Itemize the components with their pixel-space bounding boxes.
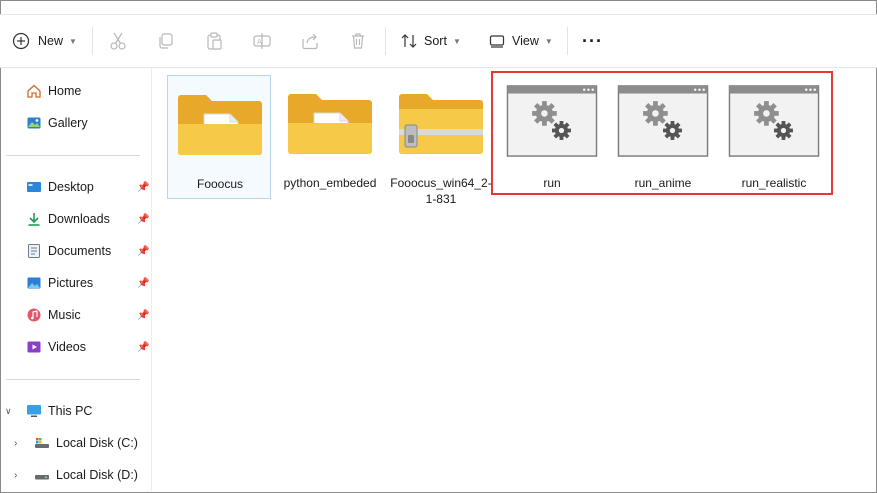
file-name: Fooocus [196, 177, 244, 191]
pin-icon[interactable]: 📌 [137, 214, 149, 225]
sidebar-item-label: Home [48, 84, 82, 98]
sidebar-item-pictures[interactable]: Pictures 📌 [1, 270, 151, 296]
sort-label: Sort [424, 34, 447, 48]
drive-icon [35, 438, 49, 448]
sidebar-item-drive-d[interactable]: › Local Disk (D:) [1, 462, 151, 488]
videos-icon [27, 341, 41, 353]
paste-icon[interactable] [204, 31, 224, 51]
sidebar-item-home[interactable]: Home [1, 78, 151, 104]
more-icon: ··· [582, 30, 603, 51]
sort-button[interactable]: Sort ▼ [400, 15, 461, 67]
chevron-down-icon[interactable]: ∨ [5, 406, 12, 417]
svg-text:A: A [257, 38, 262, 46]
chevron-right-icon[interactable]: › [14, 470, 17, 481]
music-icon [27, 308, 41, 322]
zip-folder-icon [399, 94, 483, 154]
pin-icon[interactable]: 📌 [137, 310, 149, 321]
pin-icon[interactable]: 📌 [137, 342, 149, 353]
cut-icon[interactable] [108, 31, 128, 51]
pane-divider [151, 68, 152, 491]
sidebar-item-label: Videos [48, 340, 86, 354]
sidebar-item-label: Desktop [48, 180, 94, 194]
chevron-down-icon: ▼ [69, 36, 77, 46]
plus-circle-icon [12, 32, 30, 50]
sidebar-divider [6, 155, 140, 156]
sidebar-item-documents[interactable]: Documents 📌 [1, 238, 151, 264]
sidebar-item-downloads[interactable]: Downloads 📌 [1, 206, 151, 232]
annotation-highlight-box [491, 71, 833, 195]
file-item[interactable]: Fooocus [167, 75, 271, 199]
sidebar-item-label: Documents [48, 244, 112, 258]
view-label: View [512, 34, 539, 48]
toolbar-separator [567, 27, 568, 55]
gallery-icon [27, 117, 41, 129]
new-button[interactable]: New ▼ [12, 15, 77, 67]
sidebar-item-music[interactable]: Music 📌 [1, 302, 151, 328]
sidebar-divider [6, 379, 140, 380]
more-options-button[interactable]: ··· [582, 15, 603, 67]
pin-icon[interactable]: 📌 [137, 246, 149, 257]
toolbar-separator [385, 27, 386, 55]
copy-icon[interactable] [156, 31, 176, 51]
pictures-icon [27, 277, 41, 289]
chevron-down-icon: ▼ [544, 36, 553, 46]
home-icon [27, 84, 41, 98]
share-icon[interactable] [300, 31, 320, 51]
download-icon [28, 213, 40, 226]
sidebar-item-label: Downloads [48, 212, 110, 226]
file-name: python_embeded [283, 176, 377, 190]
file-item[interactable]: Fooocus_win64_2-1-831 [389, 75, 493, 206]
navigation-pane: Home Gallery Desktop 📌 Downloads 📌 Docum… [1, 68, 151, 491]
desktop-icon [27, 182, 41, 192]
computer-icon [27, 405, 41, 417]
chevron-right-icon[interactable]: › [14, 438, 17, 449]
pin-icon[interactable]: 📌 [137, 182, 149, 193]
sidebar-item-label: Gallery [48, 116, 88, 130]
sidebar-item-gallery[interactable]: Gallery [1, 110, 151, 136]
documents-icon [28, 244, 40, 258]
sidebar-item-this-pc[interactable]: ∨ This PC [1, 398, 151, 424]
chevron-down-icon: ▼ [452, 36, 461, 46]
sort-icon [401, 34, 417, 48]
new-label: New [38, 34, 64, 48]
command-bar: New ▼ A Sort ▼ View ▼ ··· [0, 15, 877, 67]
view-button[interactable]: View ▼ [488, 15, 553, 67]
rename-icon[interactable]: A [252, 31, 272, 51]
toolbar-separator [92, 27, 93, 55]
pin-icon[interactable]: 📌 [137, 278, 149, 289]
sidebar-item-drive-c[interactable]: › Local Disk (C:) [1, 430, 151, 456]
delete-icon[interactable] [348, 31, 368, 51]
folder-icon [288, 94, 372, 154]
sidebar-item-label: Local Disk (D:) [56, 468, 138, 482]
file-name: Fooocus_win64_2-1-831 [390, 176, 492, 206]
file-item[interactable]: python_embeded [278, 75, 382, 199]
sidebar-item-label: Pictures [48, 276, 94, 290]
drive-icon [35, 475, 49, 480]
sidebar-item-label: Music [48, 308, 81, 322]
sidebar-item-videos[interactable]: Videos 📌 [1, 334, 151, 360]
sidebar-item-label: This PC [48, 404, 93, 418]
sidebar-item-label: Local Disk (C:) [56, 436, 138, 450]
folder-icon [178, 95, 262, 155]
view-icon [489, 35, 505, 48]
sidebar-item-desktop[interactable]: Desktop 📌 [1, 174, 151, 200]
